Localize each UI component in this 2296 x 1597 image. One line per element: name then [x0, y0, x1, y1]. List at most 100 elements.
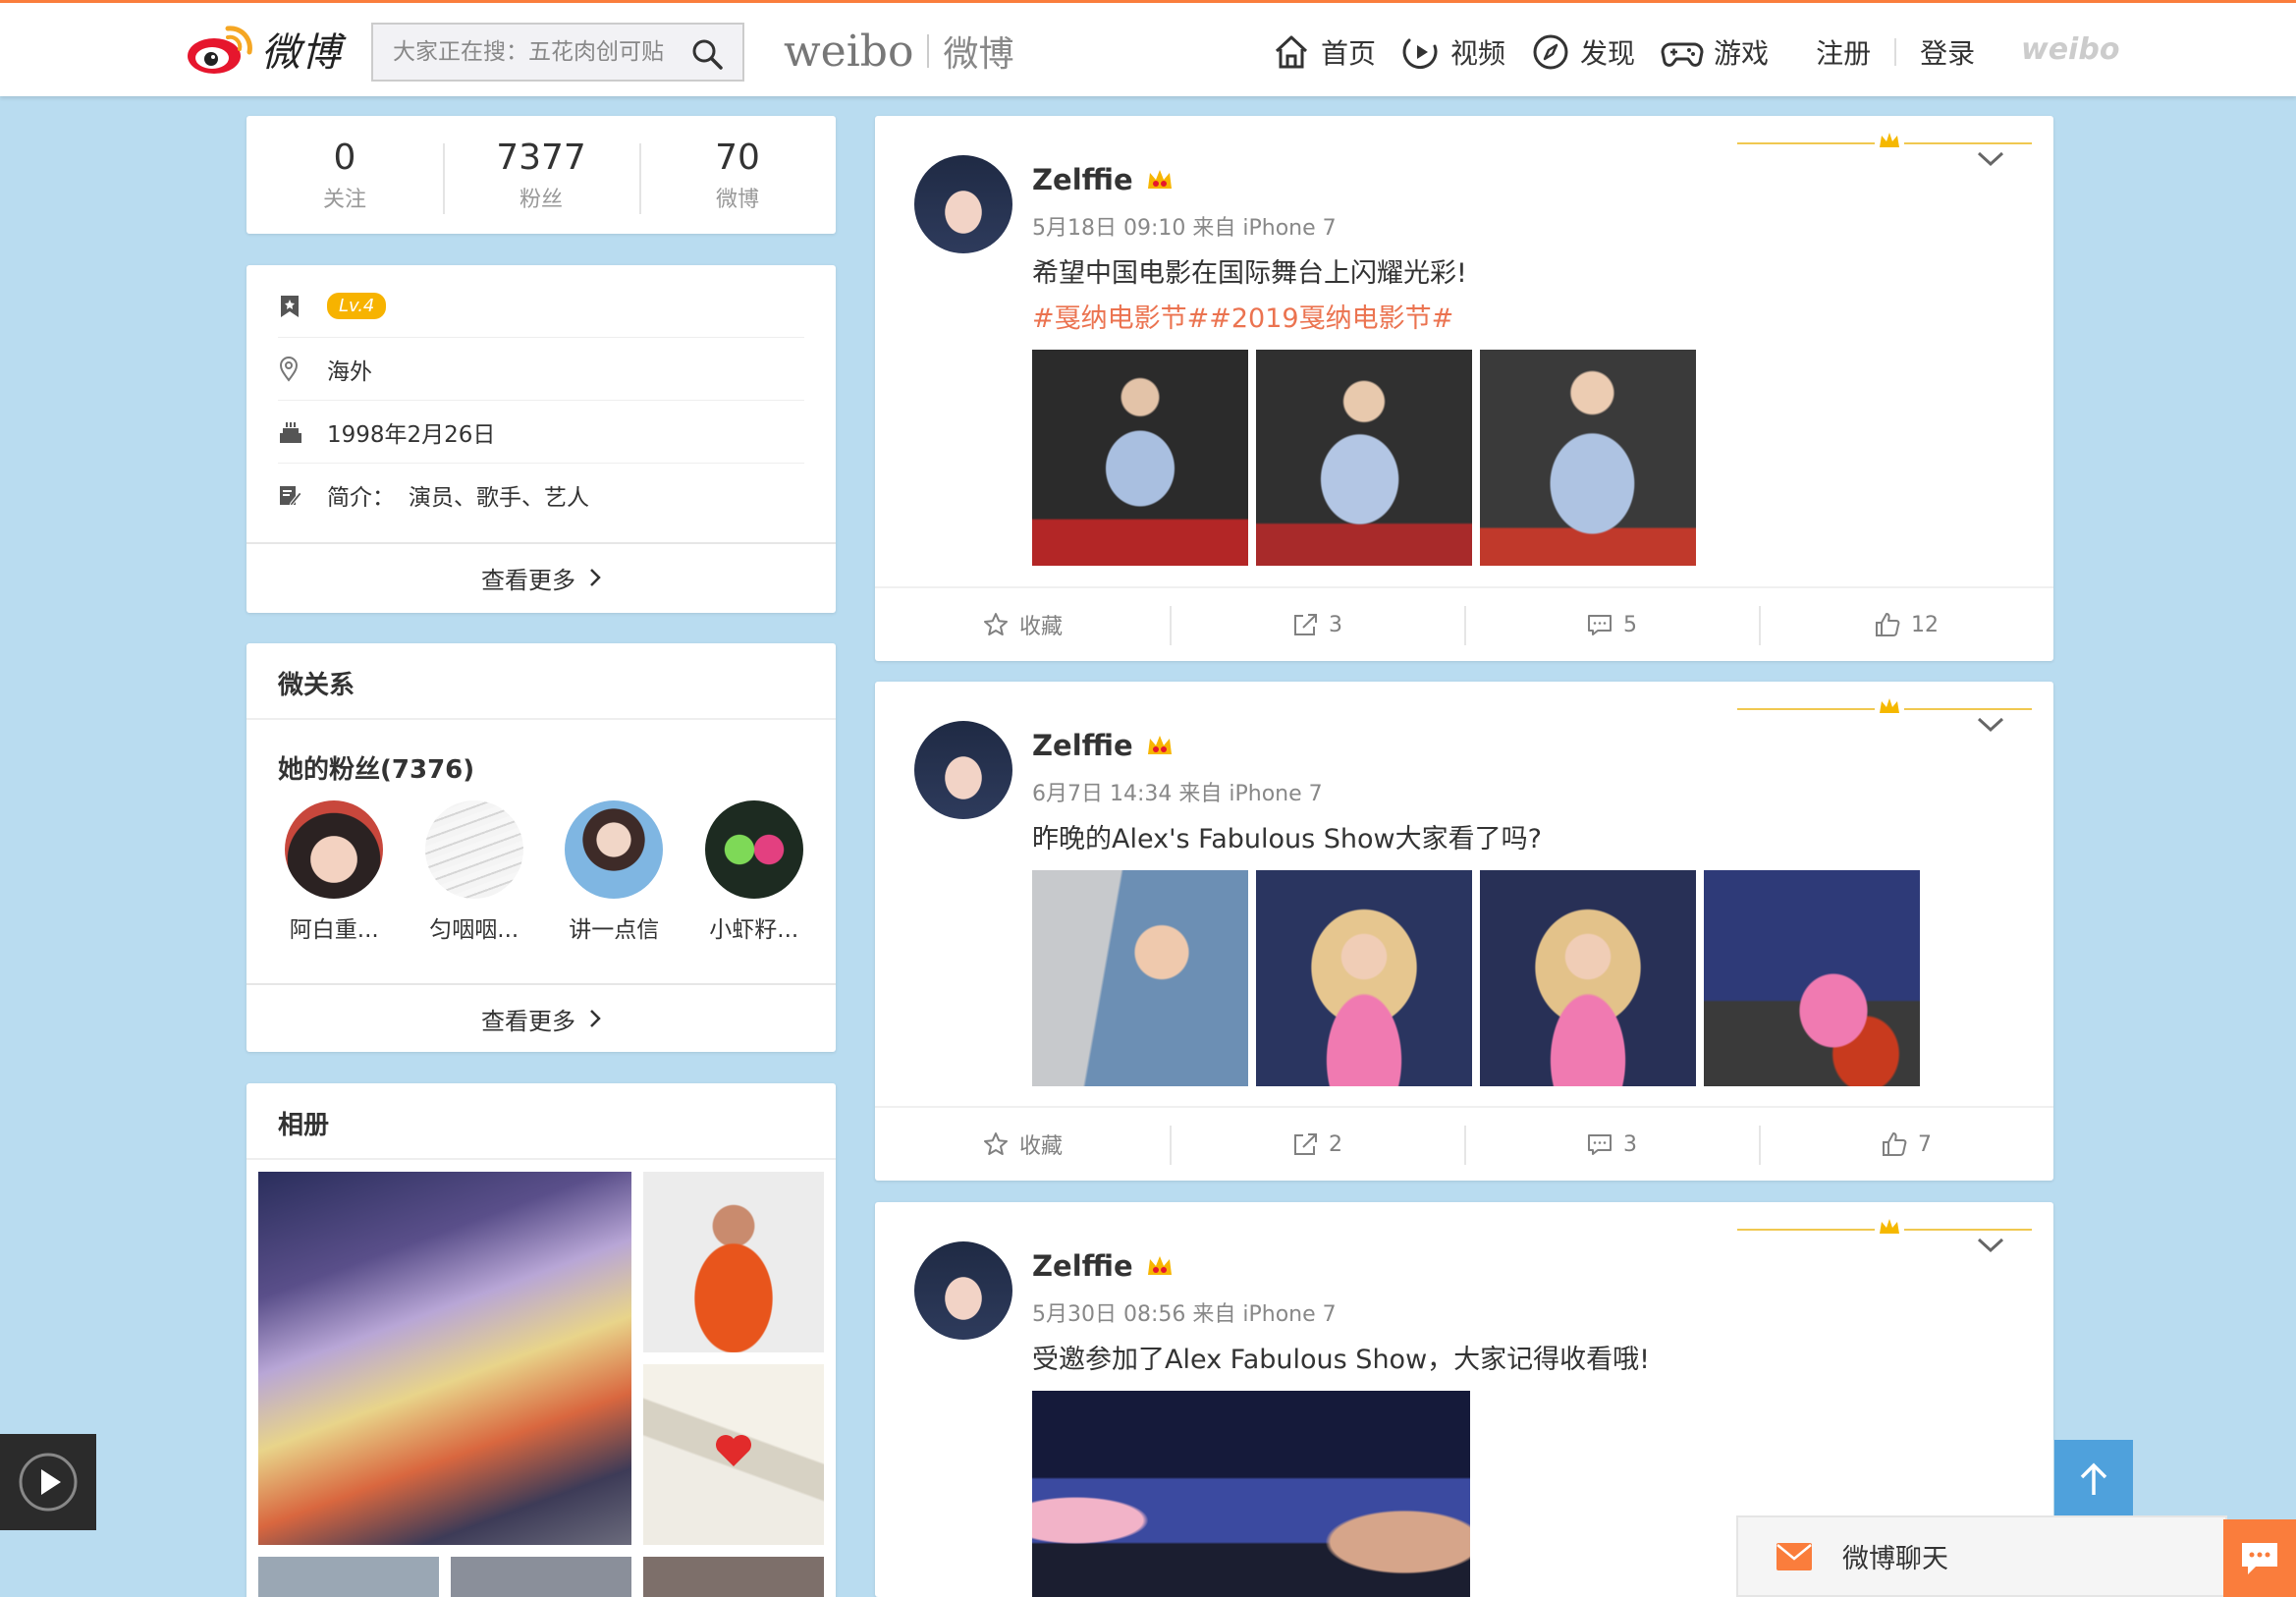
repost-button[interactable]: 3	[1170, 588, 1464, 661]
author-avatar[interactable]	[914, 721, 1012, 819]
stat-followers[interactable]: 7377 粉丝	[443, 137, 639, 214]
post-meta[interactable]: 5月18日 09:10 来自 iPhone 7	[1032, 210, 1337, 242]
compass-icon	[1533, 34, 1568, 70]
nav-video[interactable]: 视频	[1401, 32, 1505, 72]
album-photo[interactable]	[643, 1172, 824, 1352]
post-image[interactable]	[1032, 870, 1248, 1086]
logo-text: 微博	[261, 30, 342, 76]
author-name[interactable]: Zelffie	[1032, 163, 1175, 196]
stat-following[interactable]: 0 关注	[246, 138, 443, 213]
profile-more-label: 查看更多	[481, 566, 575, 594]
nav-discover[interactable]: 发现	[1531, 32, 1635, 72]
register-link[interactable]: 注册	[1816, 32, 1871, 72]
search-icon[interactable]	[691, 38, 723, 70]
chevron-down-icon[interactable]	[1977, 1238, 2004, 1253]
comment-button[interactable]: 5	[1464, 588, 1759, 661]
comment-button[interactable]: 3	[1464, 1108, 1759, 1181]
vip-crown-icon	[1147, 736, 1172, 754]
post-hashtag[interactable]: #戛纳电影节##2019戛纳电影节#	[1032, 297, 1453, 335]
fan-item[interactable]: 阿白重...	[264, 800, 405, 944]
arrow-up-icon	[2080, 1462, 2107, 1495]
post-image[interactable]	[1032, 350, 1248, 566]
nav-video-label: 视频	[1450, 37, 1506, 70]
relations-card: 微关系 她的粉丝(7376) 阿白重... 匀咽咽... 讲一点信 小虾籽...…	[246, 643, 836, 1052]
author-avatar[interactable]	[914, 155, 1012, 253]
post-image[interactable]	[1704, 870, 1920, 1086]
repost-button[interactable]: 2	[1170, 1108, 1464, 1181]
album-photo[interactable]	[643, 1364, 824, 1545]
relations-more-button[interactable]: 查看更多	[246, 983, 836, 1052]
bio-text: 演员、歌手、艺人	[409, 485, 589, 511]
brand-divider	[927, 34, 930, 68]
weibo-logo[interactable]: 微博	[185, 21, 342, 78]
album-photo[interactable]	[258, 1172, 631, 1545]
thumbs-up-icon	[1876, 613, 1900, 636]
author-name-text: Zelffie	[1032, 729, 1133, 762]
nav-home[interactable]: 首页	[1272, 32, 1376, 72]
divider	[246, 718, 836, 720]
nav-home-label: 首页	[1321, 37, 1377, 70]
feed-post: Zelffie 6月7日 14:34 来自 iPhone 7 昨晚的Alex's…	[875, 682, 2053, 1181]
crown-decoration-icon	[1737, 133, 2032, 147]
search-input[interactable]	[393, 39, 687, 65]
repost-count: 2	[1329, 1131, 1342, 1157]
profile-more-button[interactable]: 查看更多	[246, 542, 836, 611]
post-image[interactable]	[1256, 350, 1472, 566]
video-player-button[interactable]	[0, 1434, 96, 1530]
album-photo[interactable]	[258, 1557, 439, 1597]
stat-followers-count: 7377	[496, 137, 586, 178]
comment-count: 5	[1623, 612, 1637, 637]
stat-posts[interactable]: 70 微博	[639, 138, 836, 214]
author-name-text: Zelffie	[1032, 163, 1133, 196]
favorite-button[interactable]: 收藏	[875, 1108, 1170, 1181]
author-name[interactable]: Zelffie	[1032, 729, 1175, 762]
login-link[interactable]: 登录	[1920, 32, 1975, 72]
weibo-chat-bar[interactable]: 微博聊天	[1736, 1515, 2227, 1597]
post-image[interactable]	[1256, 870, 1472, 1086]
post-actions: 收藏 3 5 12	[875, 586, 2053, 661]
fan-item[interactable]: 匀咽咽...	[405, 800, 545, 944]
edit-note-icon	[278, 483, 327, 507]
back-to-top-button[interactable]	[2054, 1440, 2133, 1518]
like-button[interactable]: 12	[1759, 588, 2053, 661]
brand-cn: 微博	[943, 34, 1014, 75]
repost-count: 3	[1329, 612, 1342, 637]
fans-title[interactable]: 她的粉丝(7376)	[278, 749, 474, 786]
fan-item[interactable]: 讲一点信	[544, 800, 684, 944]
share-icon	[1294, 1133, 1317, 1155]
chat-open-button[interactable]	[2223, 1519, 2296, 1597]
info-bio-row: 简介： 演员、歌手、艺人	[278, 464, 804, 526]
feed-post: Zelffie 5月18日 09:10 来自 iPhone 7 希望中国电影在国…	[875, 116, 2053, 661]
like-button[interactable]: 7	[1759, 1108, 2053, 1181]
post-image[interactable]	[1032, 1391, 1470, 1597]
stat-followers-label: 粉丝	[519, 187, 563, 212]
album-photo[interactable]	[643, 1557, 824, 1597]
location-pin-icon	[278, 356, 327, 382]
nav-divider	[1894, 38, 1897, 66]
fan-avatar	[565, 800, 664, 899]
post-image[interactable]	[1480, 350, 1696, 566]
post-meta[interactable]: 6月7日 14:34 来自 iPhone 7	[1032, 776, 1323, 807]
post-image[interactable]	[1480, 870, 1696, 1086]
album-photo[interactable]	[451, 1557, 631, 1597]
author-name[interactable]: Zelffie	[1032, 1249, 1175, 1283]
heart-icon	[716, 1435, 751, 1466]
vip-crown-icon	[1147, 1256, 1172, 1275]
chevron-down-icon[interactable]	[1977, 717, 2004, 733]
fan-item[interactable]: 小虾籽...	[684, 800, 825, 944]
level-badge[interactable]: Lv.4	[327, 293, 387, 319]
fan-name: 阿白重...	[289, 917, 379, 943]
share-icon	[1294, 614, 1317, 635]
post-meta[interactable]: 5月30日 08:56 来自 iPhone 7	[1032, 1296, 1337, 1328]
main-nav: 首页 视频 发现 游戏 注册 登录	[1272, 25, 1975, 80]
weibo-small-logo[interactable]: weibo	[2021, 32, 2119, 67]
chevron-down-icon[interactable]	[1977, 151, 2004, 167]
brand-wordmark: weibo 微博	[784, 23, 1013, 80]
favorite-button[interactable]: 收藏	[875, 588, 1170, 661]
author-avatar[interactable]	[914, 1241, 1012, 1340]
video-icon	[1402, 38, 1438, 70]
favorite-label: 收藏	[1018, 615, 1063, 639]
album-title: 相册	[278, 1111, 330, 1140]
fan-avatar	[424, 800, 523, 899]
nav-games[interactable]: 游戏	[1661, 32, 1769, 72]
